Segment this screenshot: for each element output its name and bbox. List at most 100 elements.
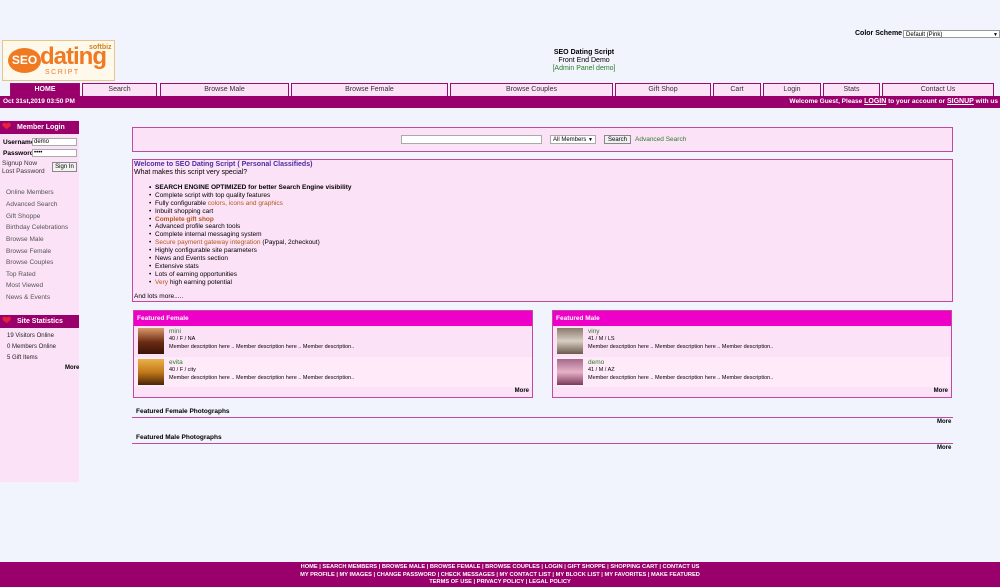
member-description: Member description here .. Member descri…: [588, 375, 774, 381]
tab-stats[interactable]: Stats: [823, 83, 880, 96]
username-label: Username: [3, 139, 35, 146]
sidebar-item-gift-shoppe[interactable]: Gift Shoppe: [6, 213, 40, 220]
logo-softbiz: softbiz: [89, 44, 112, 51]
welcome-title: Welcome to SEO Dating Script ( Personal …: [134, 161, 313, 168]
male-photos-more-link[interactable]: More: [937, 445, 951, 451]
welcome-more-text: And lots more.....: [134, 293, 184, 300]
sidebar-item-most-viewed[interactable]: Most Viewed: [6, 282, 43, 289]
color-scheme-value: Default (Pink): [906, 32, 943, 38]
tab-login[interactable]: Login: [763, 83, 821, 96]
username-field[interactable]: demo: [32, 138, 77, 146]
list-item: Advanced profile search tools: [149, 223, 351, 231]
login-link[interactable]: LOGIN: [864, 98, 886, 105]
member-type-select[interactable]: All Members ▼: [550, 135, 596, 144]
admin-panel-link[interactable]: [Admin Panel demo]: [484, 65, 684, 73]
site-statistics-header: ❤ Site Statistics: [0, 315, 79, 328]
tab-search[interactable]: Search: [82, 83, 157, 96]
password-field[interactable]: ••••: [32, 149, 77, 157]
featured-female-title: Featured Female: [134, 311, 532, 326]
member-meta: 40 / F / NA: [169, 336, 196, 342]
welcome-subtitle: What makes this script very special?: [134, 169, 248, 176]
tab-browse-female[interactable]: Browse Female: [291, 83, 448, 96]
stat-gift-items: 5 Gift Items: [7, 355, 38, 361]
tab-cart[interactable]: Cart: [713, 83, 761, 96]
member-description: Member description here .. Member descri…: [588, 344, 774, 350]
chevron-down-icon: ▼: [588, 137, 593, 143]
featured-male-more-link[interactable]: More: [934, 388, 948, 394]
member-photo[interactable]: [138, 328, 164, 354]
quick-search-panel: All Members ▼ Search Advanced Search: [132, 127, 953, 152]
sidebar-item-advanced-search[interactable]: Advanced Search: [6, 201, 57, 208]
welcome-panel: Welcome to SEO Dating Script ( Personal …: [132, 159, 953, 302]
member-login-header: ❤ Member Login: [0, 121, 79, 134]
stat-members-online: 0 Members Online: [7, 344, 57, 350]
list-item: Highly configurable site parameters: [149, 247, 351, 255]
sidebar-item-birthday[interactable]: Birthday Celebrations: [6, 224, 68, 231]
member-photo[interactable]: [557, 359, 583, 385]
logo-script: SCRIPT: [45, 69, 80, 76]
divider: [132, 443, 953, 444]
member-name[interactable]: evita: [169, 359, 183, 366]
list-item[interactable]: evita 40 / F / city Member description h…: [134, 357, 532, 387]
current-date: Oct 31st,2019 03:50 PM: [3, 98, 75, 105]
dropdown-arrow-icon: ▼: [993, 32, 998, 38]
sidebar-item-top-rated[interactable]: Top Rated: [6, 271, 36, 278]
sidebar-item-browse-female[interactable]: Browse Female: [6, 248, 51, 255]
list-item: Secure payment gateway integration (Payp…: [149, 239, 351, 247]
list-item: News and Events section: [149, 255, 351, 263]
featured-male-title: Featured Male: [553, 311, 951, 326]
sidebar: ❤ Member Login Username demo Password ••…: [0, 120, 79, 482]
site-logo[interactable]: SEO dating softbiz SCRIPT: [2, 40, 115, 81]
list-item: SEARCH ENGINE OPTIMIZED for better Searc…: [149, 184, 351, 192]
female-photos-more-link[interactable]: More: [937, 419, 951, 425]
color-scheme-select[interactable]: Default (Pink) ▼: [903, 30, 1000, 38]
site-subtitle: Front End Demo: [558, 57, 610, 64]
list-item[interactable]: demo 41 / M / AZ Member description here…: [553, 357, 951, 387]
tab-browse-male[interactable]: Browse Male: [160, 83, 289, 96]
divider: [132, 417, 953, 418]
footer-links-legal[interactable]: TERMS OF USE | PRIVACY POLICY | LEGAL PO…: [0, 579, 1000, 587]
footer-links-main[interactable]: HOME | SEARCH MEMBERS | BROWSE MALE | BR…: [0, 564, 1000, 572]
member-name[interactable]: mini: [169, 328, 181, 335]
heart-icon: ❤: [2, 315, 12, 327]
list-item: Complete internal messaging system: [149, 231, 351, 239]
footer-links-account[interactable]: MY PROFILE | MY IMAGES | CHANGE PASSWORD…: [0, 572, 1000, 580]
list-item: Fully configurable colors, icons and gra…: [149, 200, 351, 208]
sidebar-item-online-members[interactable]: Online Members: [6, 189, 54, 196]
member-name[interactable]: demo: [588, 359, 604, 366]
site-statistics-title: Site Statistics: [17, 318, 63, 325]
logo-seo: SEO: [8, 48, 41, 73]
advanced-search-link[interactable]: Advanced Search: [635, 136, 686, 143]
signup-now-link[interactable]: Signup Now: [2, 160, 37, 167]
search-button[interactable]: Search: [604, 135, 631, 144]
feature-list: SEARCH ENGINE OPTIMIZED for better Searc…: [149, 184, 351, 287]
featured-male-photos-title: Featured Male Photographs: [136, 434, 222, 441]
sidebar-item-browse-male[interactable]: Browse Male: [6, 236, 44, 243]
member-meta: 41 / M / LS: [588, 336, 615, 342]
sign-in-button[interactable]: Sign In: [52, 162, 77, 172]
signup-link[interactable]: SIGNUP: [947, 98, 974, 105]
member-photo[interactable]: [138, 359, 164, 385]
member-description: Member description here .. Member descri…: [169, 344, 355, 350]
tab-home[interactable]: HOME: [10, 83, 80, 96]
welcome-suffix: with us: [975, 98, 998, 105]
list-item: Complete gift shop: [149, 216, 351, 224]
featured-female-more-link[interactable]: More: [515, 388, 529, 394]
color-scheme-label: Color Scheme :: [855, 30, 907, 37]
stats-more-link[interactable]: More: [65, 365, 79, 371]
password-label: Password: [3, 150, 34, 157]
member-name[interactable]: viny: [588, 328, 600, 335]
tab-contact-us[interactable]: Contact Us: [882, 83, 994, 96]
welcome-message: Welcome Guest, Please LOGIN to your acco…: [789, 96, 998, 108]
list-item[interactable]: viny 41 / M / LS Member description here…: [553, 326, 951, 356]
tab-browse-couples[interactable]: Browse Couples: [450, 83, 613, 96]
sidebar-item-browse-couples[interactable]: Browse Couples: [6, 259, 53, 266]
search-input[interactable]: [401, 135, 542, 144]
lost-password-link[interactable]: Lost Password: [2, 168, 45, 175]
featured-male-panel: Featured Male viny 41 / M / LS Member de…: [552, 310, 952, 398]
tab-gift-shop[interactable]: Gift Shop: [615, 83, 711, 96]
member-description: Member description here .. Member descri…: [169, 375, 355, 381]
list-item[interactable]: mini 40 / F / NA Member description here…: [134, 326, 532, 356]
sidebar-item-news-events[interactable]: News & Events: [6, 294, 50, 301]
member-photo[interactable]: [557, 328, 583, 354]
